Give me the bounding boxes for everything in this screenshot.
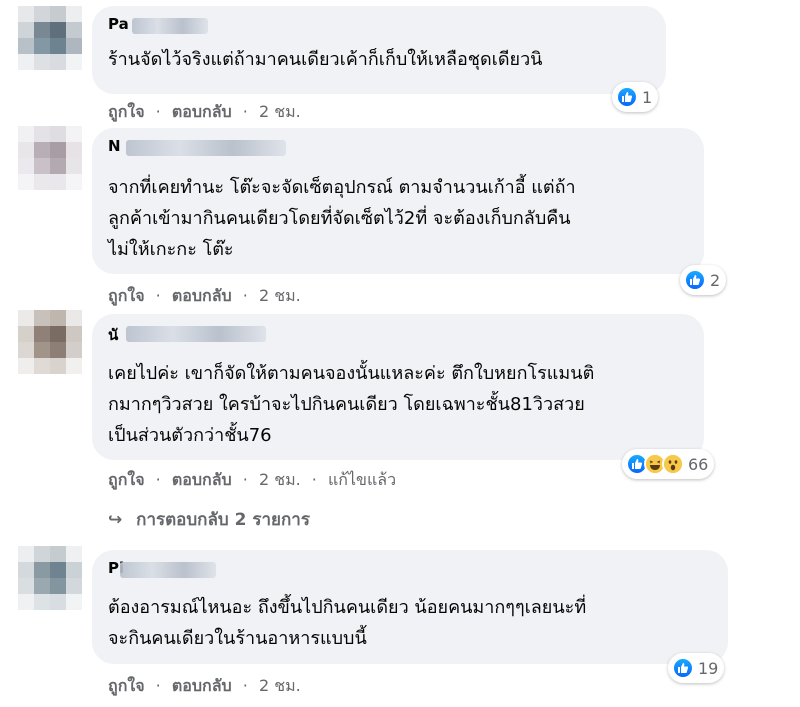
- avatar[interactable]: [18, 6, 82, 70]
- comment-line: ต้องอารมณ์ไหนอะ ถึงขึ้นไปกินคนเดียว น้อย…: [108, 597, 587, 618]
- separator: ·: [242, 286, 248, 305]
- separator: ·: [242, 676, 248, 695]
- avatar[interactable]: [18, 310, 82, 374]
- reply-link[interactable]: ตอบกลับ: [172, 286, 232, 305]
- reaction-summary[interactable]: 2: [680, 265, 727, 295]
- reaction-summary[interactable]: 19: [668, 653, 725, 683]
- view-replies-link[interactable]: ↪ การตอบกลับ 2 รายการ: [108, 506, 310, 533]
- reaction-summary[interactable]: 1: [612, 82, 659, 112]
- blurred-name: [126, 140, 286, 156]
- blurred-name: [126, 326, 266, 342]
- comment-actions: ถูกใจ · ตอบกลับ · 2 ชม.: [108, 100, 301, 125]
- comment-author[interactable]: N: [108, 137, 121, 155]
- separator: ·: [242, 102, 248, 121]
- comment-line: เคยไปค่ะ เขาก็จัดให้ตามคนจองนั้นแหละค่ะ …: [108, 363, 595, 384]
- separator: ·: [155, 286, 161, 305]
- reply-link[interactable]: ตอบกลับ: [172, 102, 232, 121]
- separator: ·: [155, 102, 161, 121]
- comment-line: ไม่ให้เกะกะ โต๊ะ: [108, 239, 234, 260]
- like-link[interactable]: ถูกใจ: [108, 676, 145, 695]
- separator: ·: [155, 676, 161, 695]
- reaction-summary[interactable]: 66: [622, 449, 715, 479]
- wow-icon: [662, 453, 684, 475]
- blurred-name: [120, 562, 216, 578]
- timestamp[interactable]: 2 ชม.: [259, 676, 301, 695]
- like-icon: [616, 86, 638, 108]
- separator: ·: [311, 470, 317, 489]
- reply-link[interactable]: ตอบกลับ: [172, 676, 232, 695]
- reply-arrow-icon: ↪: [108, 510, 123, 530]
- comment-author[interactable]: นั: [108, 323, 118, 347]
- reply-link[interactable]: ตอบกลับ: [172, 470, 232, 489]
- like-link[interactable]: ถูกใจ: [108, 102, 145, 121]
- blurred-name: [132, 18, 208, 34]
- reaction-count: 19: [698, 658, 719, 678]
- separator: ·: [155, 470, 161, 489]
- comment-line: จะกินคนเดียวในร้านอาหารแบบนี้: [108, 628, 367, 649]
- comment-bubble: Pi ต้องอารมณ์ไหนอะ ถึงขึ้นไปกินคนเดียว น…: [92, 550, 728, 664]
- like-link[interactable]: ถูกใจ: [108, 286, 145, 305]
- separator: ·: [242, 470, 248, 489]
- timestamp[interactable]: 2 ชม.: [259, 102, 301, 121]
- comment-actions: ถูกใจ · ตอบกลับ · 2 ชม. · แก้ไขแล้ว: [108, 468, 396, 493]
- like-icon: [684, 269, 706, 291]
- reaction-count: 66: [688, 454, 709, 474]
- reaction-count: 2: [710, 270, 721, 290]
- comment-line: ร้านจัดไว้จริงแต่ถ้ามาคนเดียวเค้าก็เก็บใ…: [108, 49, 543, 70]
- view-replies-label: การตอบกลับ 2 รายการ: [136, 510, 310, 530]
- avatar[interactable]: [18, 126, 82, 190]
- timestamp[interactable]: 2 ชม.: [259, 286, 301, 305]
- like-link[interactable]: ถูกใจ: [108, 470, 145, 489]
- comment-line: เป็นส่วนตัวกว่าชั้น76: [108, 425, 272, 446]
- comment-actions: ถูกใจ · ตอบกลับ · 2 ชม.: [108, 284, 301, 309]
- comment-bubble: Pa ร้านจัดไว้จริงแต่ถ้ามาคนเดียวเค้าก็เก…: [92, 6, 666, 94]
- timestamp[interactable]: 2 ชม.: [259, 470, 301, 489]
- comment-line: ลูกค้าเข้ามากินคนเดียวโดยที่จัดเซ็ตไว้2ท…: [108, 208, 571, 229]
- comment-author[interactable]: Pa: [108, 15, 129, 33]
- comment-line: จากที่เคยทำนะ โต๊ะจะจัดเซ็ตอุปกรณ์ ตามจำ…: [108, 177, 576, 198]
- comment-bubble: นั เคยไปค่ะ เขาก็จัดให้ตามคนจองนั้นแหละค…: [92, 314, 704, 460]
- avatar[interactable]: [18, 546, 82, 610]
- like-icon: [672, 657, 694, 679]
- comment-bubble: N จากที่เคยทำนะ โต๊ะจะจัดเซ็ตอุปกรณ์ ตาม…: [92, 128, 704, 274]
- reaction-count: 1: [642, 87, 653, 107]
- edited-label: แก้ไขแล้ว: [327, 470, 397, 489]
- comment-line: กมากๆวิวสวย ใครบ้าจะไปกินคนเดียว โดยเฉพา…: [108, 394, 585, 415]
- comment-actions: ถูกใจ · ตอบกลับ · 2 ชม.: [108, 674, 301, 699]
